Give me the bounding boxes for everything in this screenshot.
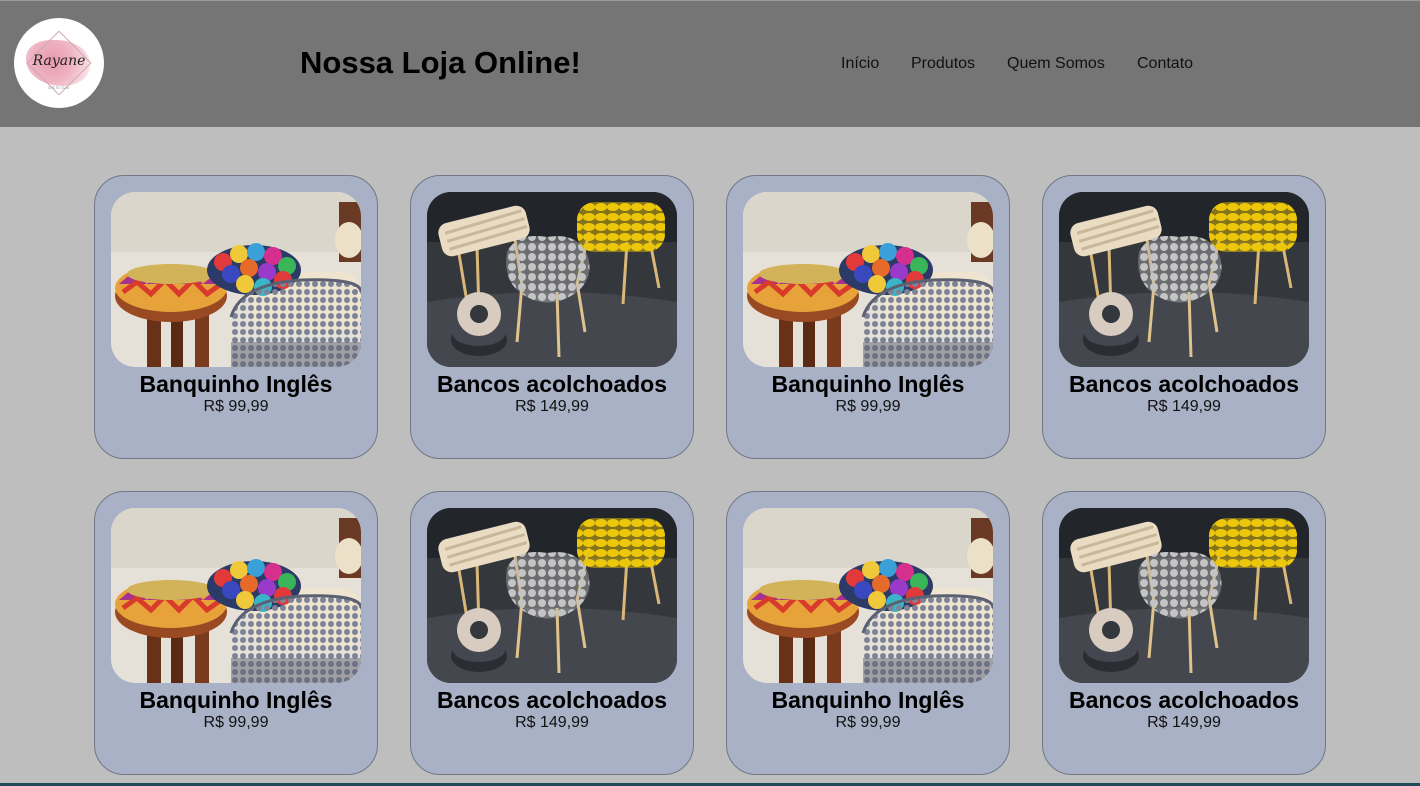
logo-brand-text: Rayane (32, 53, 86, 69)
product-price: R$ 149,99 (515, 714, 589, 731)
product-name: Banquinho Inglês (139, 371, 333, 397)
product-price: R$ 99,99 (835, 714, 901, 731)
product-name: Bancos acolchoados (1068, 687, 1300, 713)
product-price: R$ 99,99 (835, 398, 901, 415)
product-price: R$ 99,99 (203, 714, 269, 731)
product-price: R$ 149,99 (515, 398, 589, 415)
product-card[interactable]: Banquinho Inglês R$ 99,99 (94, 491, 378, 775)
product-image[interactable] (743, 508, 993, 683)
product-image[interactable] (111, 192, 361, 367)
product-card[interactable]: Banquinho Inglês R$ 99,99 (94, 175, 378, 459)
product-name: Banquinho Inglês (139, 687, 333, 713)
product-image[interactable] (427, 508, 677, 683)
product-image[interactable] (743, 192, 993, 367)
product-name: Banquinho Inglês (771, 687, 965, 713)
product-price: R$ 99,99 (203, 398, 269, 415)
nav-item-inicio[interactable]: Início (841, 55, 879, 73)
brand-logo[interactable]: Rayane DESIGN (14, 18, 104, 108)
product-card[interactable]: Bancos acolchoados R$ 149,99 (410, 491, 694, 775)
product-price: R$ 149,99 (1147, 398, 1221, 415)
product-image[interactable] (427, 192, 677, 367)
product-name: Banquinho Inglês (771, 371, 965, 397)
nav-item-contato[interactable]: Contato (1137, 55, 1193, 73)
product-card[interactable]: Banquinho Inglês R$ 99,99 (726, 175, 1010, 459)
site-header: Rayane DESIGN Nossa Loja Online! Início … (0, 0, 1420, 127)
product-price: R$ 149,99 (1147, 714, 1221, 731)
product-card[interactable]: Bancos acolchoados R$ 149,99 (1042, 175, 1326, 459)
product-card[interactable]: Bancos acolchoados R$ 149,99 (410, 175, 694, 459)
product-card[interactable]: Banquinho Inglês R$ 99,99 (726, 491, 1010, 775)
product-name: Bancos acolchoados (1068, 371, 1300, 397)
product-image[interactable] (1059, 508, 1309, 683)
logo-sub-text: DESIGN (48, 85, 70, 90)
product-image[interactable] (111, 508, 361, 683)
product-image[interactable] (1059, 192, 1309, 367)
nav-item-produtos[interactable]: Produtos (911, 55, 975, 73)
product-card[interactable]: Bancos acolchoados R$ 149,99 (1042, 491, 1326, 775)
product-name: Bancos acolchoados (436, 371, 668, 397)
site-title: Nossa Loja Online! (300, 45, 581, 80)
nav-item-quem-somos[interactable]: Quem Somos (1007, 55, 1105, 73)
product-name: Bancos acolchoados (436, 687, 668, 713)
